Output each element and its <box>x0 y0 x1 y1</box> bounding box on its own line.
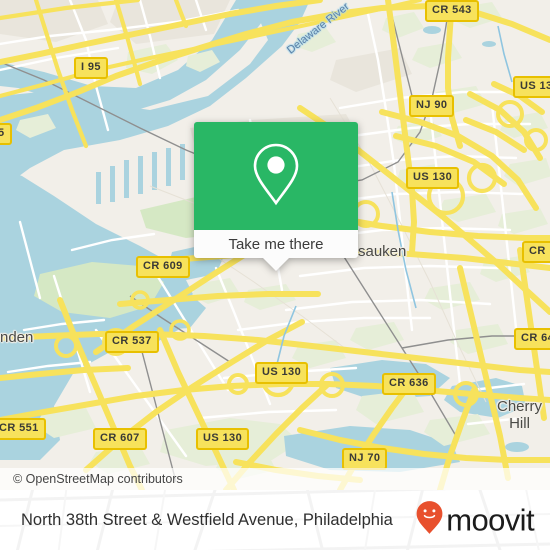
moovit-smiley-pin-icon <box>416 501 443 540</box>
popup-action-bar[interactable]: Take me there <box>194 230 358 271</box>
moovit-wordmark: moovit <box>446 502 534 538</box>
shield-cr-551: CR 551 <box>0 418 46 440</box>
shield-left-cutoff: 5 <box>0 123 12 145</box>
moovit-logo[interactable]: moovit <box>416 501 535 540</box>
osm-attribution[interactable]: © OpenStreetMap contributors <box>0 468 550 490</box>
footer-bar: North 38th Street & Westfield Avenue, Ph… <box>0 490 550 550</box>
shield-cr-537: CR 537 <box>105 331 159 353</box>
popup-tail-pointer <box>262 257 290 271</box>
map-canvas[interactable]: .w { fill:#aad3df; } .gr { fill:#d5e8c4;… <box>0 0 550 490</box>
shield-cr-543: CR 543 <box>425 0 479 22</box>
shield-cr-644: CR 644 <box>514 328 550 350</box>
shield-us-130-bottom: US 130 <box>196 428 250 450</box>
shield-cr-609: CR 609 <box>136 256 190 278</box>
shield-cr-607: CR 607 <box>93 428 147 450</box>
place-label-cherry-hill-line1: Cherry <box>497 398 543 415</box>
place-label-camden: nden <box>0 329 34 346</box>
shield-nj-70: NJ 70 <box>342 448 388 470</box>
take-me-there-popup[interactable]: Take me there <box>194 122 358 271</box>
shield-us-130-south: US 130 <box>255 362 309 384</box>
shield-cr-partial: CR <box>522 241 550 263</box>
shield-cr-636: CR 636 <box>382 373 436 395</box>
map-screenshot: .w { fill:#aad3df; } .gr { fill:#d5e8c4;… <box>0 0 550 550</box>
place-label-cherry-hill-line2: Hill <box>509 415 530 432</box>
shield-nj-90: NJ 90 <box>409 95 455 117</box>
place-label-pennsauken: sauken <box>358 243 407 260</box>
take-me-there-label: Take me there <box>228 235 324 253</box>
shield-us-130-center: US 130 <box>406 167 460 189</box>
map-pin-icon <box>250 141 302 212</box>
place-label-cherry-hill: Cherry Hill <box>497 398 542 432</box>
popup-pin-area[interactable] <box>194 122 358 230</box>
location-title: North 38th Street & Westfield Avenue, Ph… <box>21 510 393 529</box>
shield-i-95: I 95 <box>74 57 108 79</box>
shield-us-130-east: US 130 <box>513 76 550 98</box>
